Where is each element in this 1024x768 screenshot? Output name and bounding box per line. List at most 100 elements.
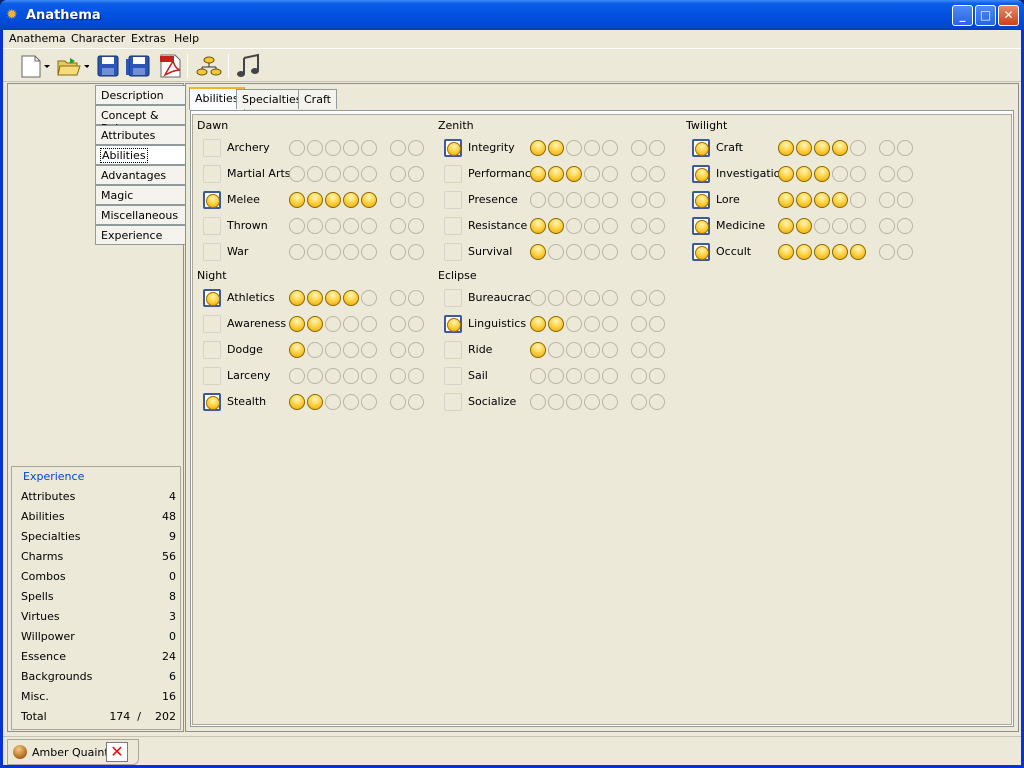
bonus-dot[interactable] <box>649 244 665 260</box>
bonus-dot[interactable] <box>649 218 665 234</box>
character-tab[interactable]: Amber Quaint ✕ <box>7 739 139 765</box>
rating-dot[interactable] <box>343 140 359 156</box>
rating-dot[interactable] <box>850 140 866 156</box>
rating-dot[interactable] <box>343 166 359 182</box>
rating-dot[interactable] <box>361 368 377 384</box>
bonus-dot[interactable] <box>649 394 665 410</box>
rating-dot[interactable] <box>584 140 600 156</box>
new-doc-icon[interactable] <box>17 53 50 79</box>
favored-checkbox[interactable] <box>692 139 710 157</box>
rating-dot[interactable] <box>325 244 341 260</box>
favored-checkbox[interactable] <box>444 289 462 307</box>
favored-checkbox[interactable] <box>203 243 221 261</box>
rating-dot[interactable] <box>530 244 546 260</box>
rating-dot[interactable] <box>289 192 305 208</box>
rating-dot[interactable] <box>566 316 582 332</box>
rating-dot[interactable] <box>584 290 600 306</box>
bonus-dot[interactable] <box>390 140 406 156</box>
rating-dot[interactable] <box>566 218 582 234</box>
rating-dot[interactable] <box>566 290 582 306</box>
rating-dot[interactable] <box>566 140 582 156</box>
rating-dot[interactable] <box>584 166 600 182</box>
favored-checkbox[interactable] <box>692 243 710 261</box>
rating-dot[interactable] <box>814 218 830 234</box>
bonus-dot[interactable] <box>631 394 647 410</box>
favored-checkbox[interactable] <box>203 289 221 307</box>
rating-dot[interactable] <box>832 244 848 260</box>
maximize-button[interactable]: □ <box>975 5 996 26</box>
bonus-dot[interactable] <box>897 218 913 234</box>
rating-dot[interactable] <box>814 192 830 208</box>
rating-dot[interactable] <box>796 218 812 234</box>
bonus-dot[interactable] <box>408 244 424 260</box>
bonus-dot[interactable] <box>390 192 406 208</box>
bonus-dot[interactable] <box>649 316 665 332</box>
rating-dot[interactable] <box>530 166 546 182</box>
bonus-dot[interactable] <box>631 316 647 332</box>
rating-dot[interactable] <box>602 140 618 156</box>
bonus-dot[interactable] <box>390 316 406 332</box>
rating-dot[interactable] <box>584 218 600 234</box>
close-character-button[interactable]: ✕ <box>106 742 128 762</box>
rating-dot[interactable] <box>602 244 618 260</box>
bonus-dot[interactable] <box>649 290 665 306</box>
rating-dot[interactable] <box>584 342 600 358</box>
nav-tab-magic[interactable]: Magic <box>95 185 185 205</box>
bonus-dot[interactable] <box>649 192 665 208</box>
rating-dot[interactable] <box>584 192 600 208</box>
rating-dot[interactable] <box>566 342 582 358</box>
rating-dot[interactable] <box>361 394 377 410</box>
rating-dot[interactable] <box>307 316 323 332</box>
bonus-dot[interactable] <box>897 140 913 156</box>
bonus-dot[interactable] <box>408 290 424 306</box>
rating-dot[interactable] <box>343 290 359 306</box>
rating-dot[interactable] <box>325 368 341 384</box>
rating-dot[interactable] <box>778 166 794 182</box>
favored-checkbox[interactable] <box>444 315 462 333</box>
rating-dot[interactable] <box>307 342 323 358</box>
bonus-dot[interactable] <box>879 218 895 234</box>
rating-dot[interactable] <box>361 244 377 260</box>
rating-dot[interactable] <box>814 166 830 182</box>
rating-dot[interactable] <box>307 140 323 156</box>
bonus-dot[interactable] <box>408 394 424 410</box>
rating-dot[interactable] <box>548 218 564 234</box>
favored-checkbox[interactable] <box>444 341 462 359</box>
bonus-dot[interactable] <box>897 166 913 182</box>
rating-dot[interactable] <box>325 342 341 358</box>
rating-dot[interactable] <box>361 316 377 332</box>
title-bar[interactable]: ✹ Anathema _ □ ✕ <box>0 0 1024 30</box>
favored-checkbox[interactable] <box>692 165 710 183</box>
bonus-dot[interactable] <box>408 316 424 332</box>
rating-dot[interactable] <box>850 218 866 234</box>
menu-extras[interactable]: Extras <box>131 32 166 45</box>
bonus-dot[interactable] <box>649 166 665 182</box>
rating-dot[interactable] <box>361 140 377 156</box>
rating-dot[interactable] <box>796 140 812 156</box>
favored-checkbox[interactable] <box>203 367 221 385</box>
favored-checkbox[interactable] <box>203 165 221 183</box>
rating-dot[interactable] <box>778 218 794 234</box>
rating-dot[interactable] <box>361 218 377 234</box>
rating-dot[interactable] <box>796 192 812 208</box>
rating-dot[interactable] <box>584 316 600 332</box>
bonus-dot[interactable] <box>631 192 647 208</box>
rating-dot[interactable] <box>548 140 564 156</box>
nav-tab-advantages[interactable]: Advantages <box>95 165 185 185</box>
rating-dot[interactable] <box>584 394 600 410</box>
pdf-icon[interactable] <box>157 53 183 79</box>
rating-dot[interactable] <box>602 342 618 358</box>
bonus-dot[interactable] <box>390 394 406 410</box>
rating-dot[interactable] <box>602 166 618 182</box>
hierarchy-icon[interactable] <box>196 53 222 79</box>
bonus-dot[interactable] <box>631 166 647 182</box>
rating-dot[interactable] <box>548 244 564 260</box>
bonus-dot[interactable] <box>390 166 406 182</box>
bonus-dot[interactable] <box>649 368 665 384</box>
favored-checkbox[interactable] <box>444 191 462 209</box>
favored-checkbox[interactable] <box>444 139 462 157</box>
rating-dot[interactable] <box>530 140 546 156</box>
rating-dot[interactable] <box>325 140 341 156</box>
rating-dot[interactable] <box>307 368 323 384</box>
rating-dot[interactable] <box>584 244 600 260</box>
